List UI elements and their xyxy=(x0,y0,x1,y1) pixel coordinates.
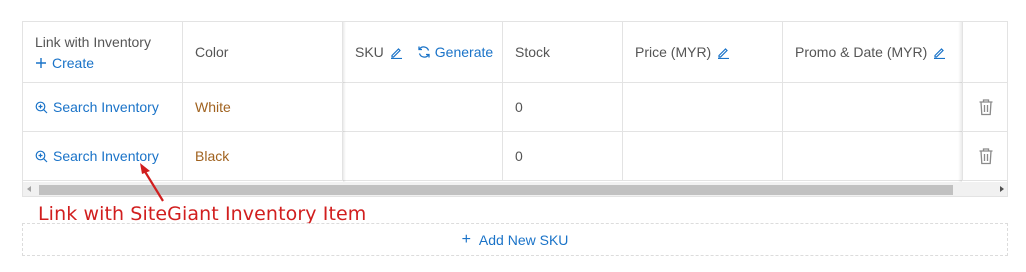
header-color: Color xyxy=(183,22,343,82)
pencil-icon[interactable] xyxy=(717,46,730,59)
color-value: Black xyxy=(195,148,230,164)
stock-cell[interactable]: 0 xyxy=(503,132,623,180)
header-promo-label: Promo & Date (MYR) xyxy=(795,44,928,60)
table-header-row: Link with Inventory Create Color SKU Gen… xyxy=(23,22,1007,83)
zoom-in-icon xyxy=(35,150,48,162)
actions-cell xyxy=(963,83,1007,131)
refresh-icon xyxy=(418,46,430,58)
header-stock-label: Stock xyxy=(515,44,551,60)
scroll-left-icon[interactable] xyxy=(27,186,31,192)
header-sku-label: SKU xyxy=(355,44,384,60)
promo-cell[interactable] xyxy=(783,132,963,180)
actions-cell xyxy=(963,132,1007,180)
annotation-label: Link with SiteGiant Inventory Item xyxy=(38,203,367,225)
frozen-column-shadow xyxy=(343,22,346,182)
search-inventory-link[interactable]: Search Inventory xyxy=(35,99,159,115)
stock-value: 0 xyxy=(515,99,523,115)
sku-cell[interactable] xyxy=(343,83,503,131)
price-cell[interactable] xyxy=(623,132,783,180)
create-label: Create xyxy=(52,54,95,71)
horizontal-scrollbar[interactable] xyxy=(23,182,1007,196)
add-new-sku-button[interactable]: + Add New SKU xyxy=(22,223,1008,256)
zoom-in-icon xyxy=(35,101,48,113)
color-value: White xyxy=(195,99,231,115)
search-inventory-label: Search Inventory xyxy=(53,99,159,115)
link-cell: Search Inventory xyxy=(23,83,183,131)
header-link-inventory-label: Link with Inventory xyxy=(35,33,151,50)
header-price: Price (MYR) xyxy=(623,22,783,82)
header-color-label: Color xyxy=(195,44,229,60)
create-link[interactable]: Create xyxy=(35,55,94,71)
pencil-icon[interactable] xyxy=(933,46,946,59)
header-actions xyxy=(963,22,1007,82)
frozen-column-shadow-right xyxy=(958,22,962,182)
scroll-right-icon[interactable] xyxy=(1000,186,1004,192)
header-price-label: Price (MYR) xyxy=(635,44,712,60)
pencil-icon[interactable] xyxy=(390,46,403,59)
header-sku: SKU Generate xyxy=(343,22,503,82)
generate-label: Generate xyxy=(434,44,494,60)
add-new-sku-label: Add New SKU xyxy=(478,231,569,248)
scrollbar-thumb[interactable] xyxy=(39,185,953,195)
sku-cell[interactable] xyxy=(343,132,503,180)
plus-icon xyxy=(36,57,46,68)
color-cell: Black xyxy=(183,132,343,180)
trash-icon[interactable] xyxy=(978,147,994,165)
trash-icon[interactable] xyxy=(978,98,994,116)
header-promo: Promo & Date (MYR) xyxy=(783,22,963,82)
generate-button[interactable]: Generate xyxy=(417,44,493,60)
table-row: Search Inventory Black 0 xyxy=(23,132,1007,181)
table-row: Search Inventory White 0 xyxy=(23,83,1007,132)
header-stock: Stock xyxy=(503,22,623,82)
promo-cell[interactable] xyxy=(783,83,963,131)
header-link-inventory: Link with Inventory Create xyxy=(23,22,183,82)
stock-value: 0 xyxy=(515,148,523,164)
plus-icon: + xyxy=(461,230,471,248)
price-cell[interactable] xyxy=(623,83,783,131)
stock-cell[interactable]: 0 xyxy=(503,83,623,131)
color-cell: White xyxy=(183,83,343,131)
